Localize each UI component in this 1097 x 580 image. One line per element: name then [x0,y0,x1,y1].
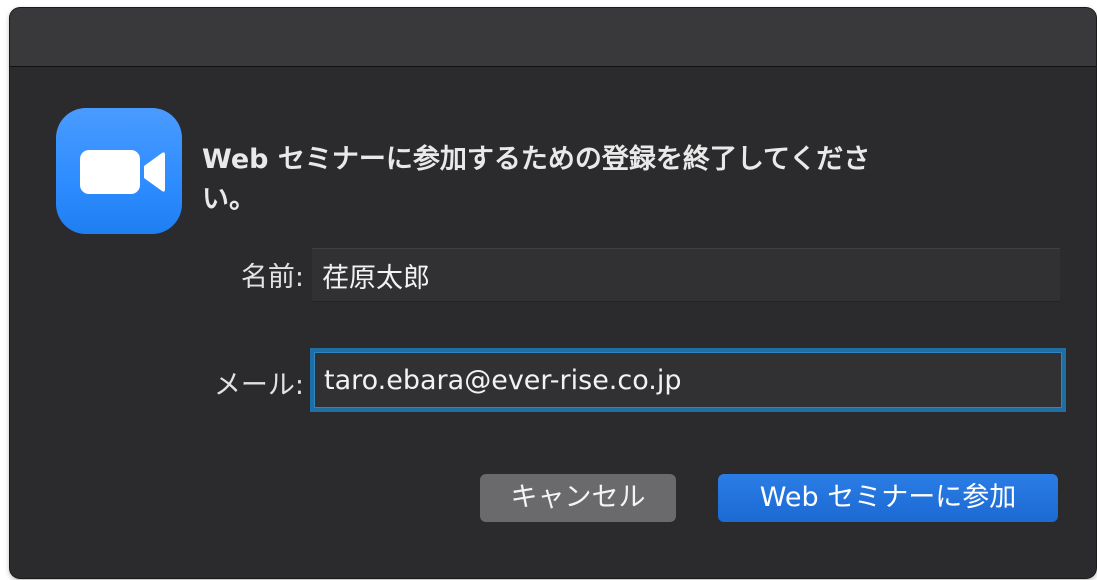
dialog-titlebar[interactable] [10,8,1096,67]
zoom-app-icon [56,108,182,234]
name-label: 名前: [240,262,304,293]
cancel-button[interactable]: キャンセル [480,474,676,522]
dialog-message: Web セミナーに参加するための登録を終了してください。 [202,144,871,215]
email-field[interactable] [310,348,1066,412]
name-field[interactable] [312,248,1060,302]
registration-dialog: Web セミナーに参加するための登録を終了してください。 名前: メール: キャ… [10,8,1096,578]
video-camera-icon [80,150,165,194]
join-webinar-button[interactable]: Web セミナーに参加 [718,474,1058,522]
email-label: メール: [213,370,304,401]
